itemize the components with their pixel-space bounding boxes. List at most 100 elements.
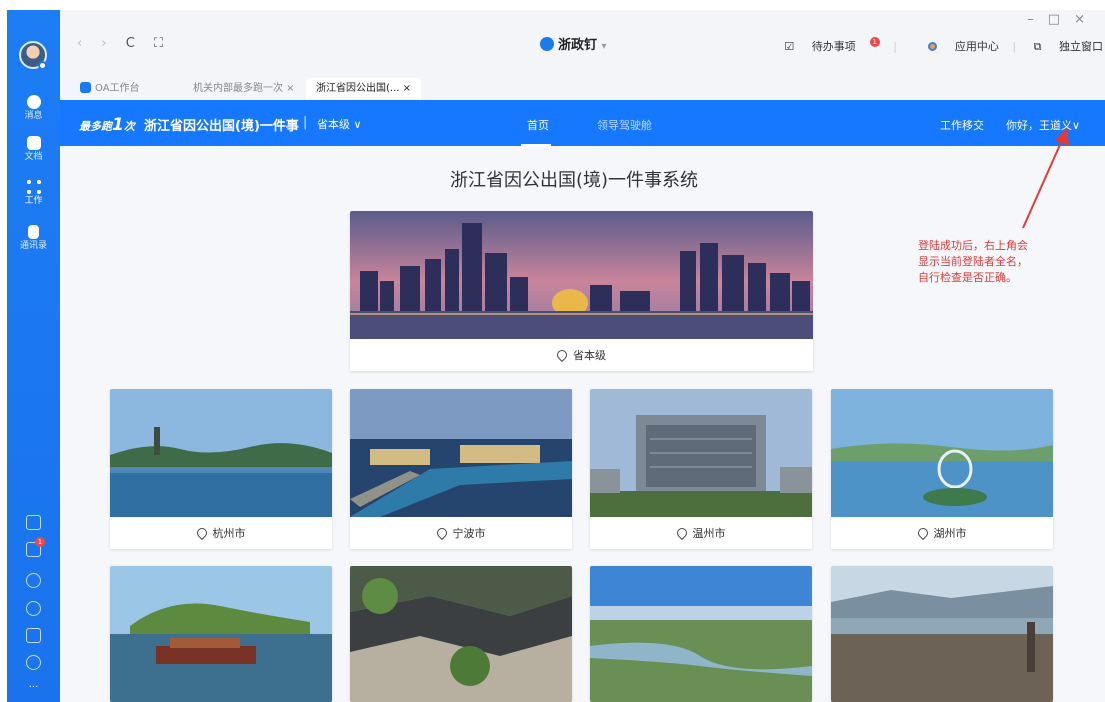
province-card[interactable]: 省本级 — [350, 211, 813, 371]
back-icon[interactable]: ‹ — [77, 36, 82, 51]
app-logo-icon — [540, 37, 554, 51]
contacts-icon — [28, 225, 39, 239]
divider: | — [1012, 40, 1017, 53]
city-card-wenzhou[interactable]: 温州市 — [590, 389, 812, 549]
divider: | — [893, 40, 897, 53]
sidebar-item-contacts[interactable]: 通讯录 — [7, 225, 60, 251]
calendar-icon — [26, 515, 41, 530]
location-pin-icon — [434, 525, 449, 541]
logo-number: 1 — [112, 115, 124, 135]
province-photo — [350, 211, 813, 339]
app-switcher[interactable]: 浙政钉 ▾ — [540, 34, 607, 53]
tab-current[interactable]: 浙江省因公出国(... × — [306, 78, 422, 100]
standalone-window-link[interactable]: ⧉ 独立窗口 — [1034, 40, 1103, 53]
location-pin-icon — [554, 347, 570, 363]
grid-icon — [26, 180, 41, 194]
card-label: 省本级 — [573, 349, 606, 362]
wenzhou-photo — [590, 389, 812, 517]
todo-button[interactable]: 1 — [7, 537, 60, 557]
sidebar-item-messages[interactable]: 消息 — [7, 95, 60, 121]
mail-icon — [26, 628, 41, 643]
standalone-label: 独立窗口 — [1059, 40, 1103, 53]
window-titlebar: –□× ‹ › C ⛶ 浙政钉 ▾ ☑ 待办事项 1 | 应用中心 | ⧉ 独立窗… — [60, 10, 1105, 78]
fullscreen-icon[interactable]: ⛶ — [154, 36, 163, 51]
minimize-button[interactable]: – — [1027, 12, 1048, 27]
chevron-down-icon: ▾ — [601, 41, 607, 52]
city-card-shaoxing[interactable] — [350, 566, 572, 702]
tab-oa[interactable]: OA工作台 — [80, 78, 140, 100]
ningbo-photo — [350, 389, 572, 517]
todo-badge: 1 — [35, 537, 45, 547]
annotation-line: 登陆成功后，右上角会 — [918, 239, 1028, 252]
location-pin-icon — [915, 525, 930, 541]
logo-suffix: 次 — [123, 120, 135, 133]
huzhou-photo — [831, 389, 1053, 517]
close-tab-icon[interactable]: × — [403, 83, 411, 94]
sidebar-item-label: 工作 — [24, 196, 43, 206]
card-label: 温州市 — [692, 527, 726, 540]
card-label: 湖州市 — [933, 527, 967, 540]
city-card-ningbo[interactable]: 宁波市 — [350, 389, 572, 549]
left-sidebar: 消息 文档 工作 通讯录 1 ··· — [7, 10, 60, 702]
close-button[interactable]: × — [1074, 12, 1099, 27]
location-pin-icon — [194, 525, 209, 541]
work-handover-link[interactable]: 工作移交 — [940, 117, 984, 133]
phone-icon — [26, 601, 41, 616]
call-button[interactable] — [7, 601, 60, 616]
sidebar-item-label: 通讯录 — [19, 241, 47, 251]
ding-button[interactable] — [7, 573, 60, 588]
logo-text: 最多跑 — [79, 120, 112, 133]
todo-count-badge: 1 — [869, 37, 880, 47]
city-card-hangzhou[interactable]: 杭州市 — [110, 389, 332, 549]
city-card-quzhou[interactable] — [831, 566, 1053, 702]
header-divider: | — [303, 115, 308, 130]
brand-logo: 最多跑1次 — [79, 115, 135, 135]
sidebar-item-work[interactable]: 工作 — [7, 180, 60, 206]
browser-nav: ‹ › C ⛶ — [77, 36, 178, 51]
sidebar-item-label: 文档 — [24, 152, 43, 162]
more-button[interactable]: ··· — [7, 682, 60, 693]
location-pin-icon — [674, 525, 689, 541]
card-caption: 湖州市 — [831, 525, 1053, 541]
todo-link[interactable]: ☑ 待办事项 1 — [784, 37, 880, 53]
city-card-jiaxing[interactable] — [110, 566, 332, 702]
app-name: 浙政钉 — [558, 38, 598, 53]
annotation-arrow — [1022, 128, 1069, 229]
city-card-jinhua[interactable] — [590, 566, 812, 702]
calendar-button[interactable] — [7, 515, 60, 530]
app-center-icon — [928, 42, 938, 51]
oa-icon — [80, 82, 91, 93]
mail-button[interactable] — [7, 628, 60, 643]
apps-button[interactable] — [7, 655, 60, 670]
app-center-label: 应用中心 — [954, 40, 999, 53]
main-content: 浙江省因公出国(境)一件事系统 省本级 杭州市 宁波市 温州市 湖州市 — [60, 146, 1105, 702]
app-header: 最多跑1次 浙江省因公出国(境)一件事 | 省本级 ∨ 首页 领导驾驶舱 工作移… — [60, 100, 1105, 146]
message-icon — [26, 95, 41, 109]
jiaxing-photo — [110, 566, 332, 702]
nav-leader-cockpit[interactable]: 领导驾驶舱 — [597, 117, 652, 133]
app-center-link[interactable]: 应用中心 — [914, 40, 999, 53]
annotation-text: 登陆成功后，右上角会 显示当前登陆者全名， 自行检查是否正确。 — [918, 238, 1068, 286]
refresh-icon[interactable]: C — [126, 36, 135, 51]
maximize-button[interactable]: □ — [1048, 12, 1074, 27]
annotation-line: 显示当前登陆者全名， — [918, 255, 1028, 268]
level-dropdown[interactable]: 省本级 ∨ — [317, 116, 362, 132]
tab-internal[interactable]: 机关内部最多跑一次 × — [193, 78, 295, 100]
forward-icon[interactable]: › — [101, 36, 106, 51]
city-card-huzhou[interactable]: 湖州市 — [831, 389, 1053, 549]
nav-home[interactable]: 首页 — [527, 117, 549, 133]
jinhua-photo — [590, 566, 812, 702]
card-caption: 省本级 — [350, 347, 813, 363]
lightning-icon — [26, 573, 41, 588]
card-caption: 温州市 — [590, 525, 812, 541]
page-title: 浙江省因公出国(境)一件事系统 — [450, 170, 699, 191]
folder-icon — [26, 136, 41, 150]
card-label: 宁波市 — [452, 527, 486, 540]
sidebar-item-docs[interactable]: 文档 — [7, 136, 60, 162]
app-title: 浙江省因公出国(境)一件事 — [144, 119, 299, 134]
online-status-icon — [38, 61, 47, 70]
card-label: 杭州市 — [212, 527, 246, 540]
shaoxing-photo — [350, 566, 572, 702]
box-icon — [26, 655, 41, 670]
card-caption: 杭州市 — [110, 525, 332, 541]
